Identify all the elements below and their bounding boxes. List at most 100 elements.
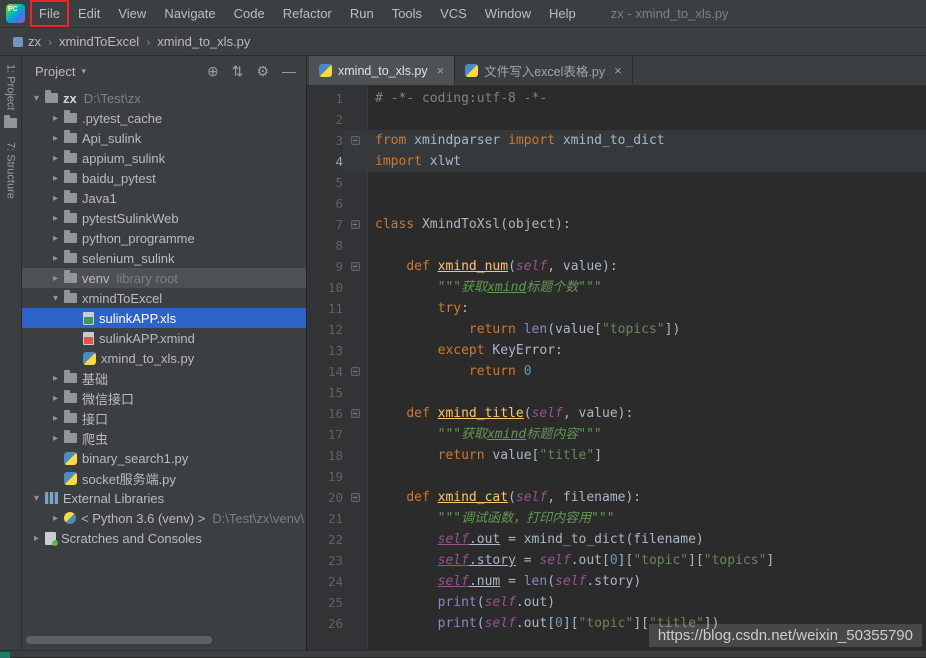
tree-item[interactable]: ▸venvlibrary root xyxy=(22,268,306,288)
expand-arrow-icon[interactable]: ▸ xyxy=(28,533,45,544)
tool-button-structure[interactable]: 7: Structure xyxy=(5,142,17,199)
expand-arrow-icon[interactable]: ▸ xyxy=(47,213,64,224)
menu-item-run[interactable]: Run xyxy=(341,0,383,27)
fold-box-icon[interactable]: − xyxy=(351,262,360,271)
fold-icon[interactable]: − xyxy=(343,214,367,235)
fold-icon[interactable]: − xyxy=(343,130,367,151)
menu-item-file[interactable]: File xyxy=(30,0,69,27)
menu-item-navigate[interactable]: Navigate xyxy=(155,0,224,27)
code-editor[interactable]: 1# -*- coding:utf-8 -*-23−from xmindpars… xyxy=(307,86,926,650)
expand-arrow-icon[interactable]: ▸ xyxy=(47,193,64,204)
tree-item[interactable]: ▸Java1 xyxy=(22,188,306,208)
folder-icon xyxy=(64,193,77,203)
fold-box-icon[interactable]: − xyxy=(351,367,360,376)
tree-item[interactable]: ▾xmindToExcel xyxy=(22,288,306,308)
tree-indent xyxy=(28,458,47,459)
project-tool-window: Project ▾ ⊕ ⇅ ⚙ — ▾zxD:\Test\zx▸.pytest_cac… xyxy=(22,56,307,650)
tree-item[interactable]: socket服务端.py xyxy=(22,468,306,488)
menu-item-window[interactable]: Window xyxy=(476,0,540,27)
tree-item[interactable]: ▸.pytest_cache xyxy=(22,108,306,128)
code-line: 18 return value["title"] xyxy=(307,445,926,466)
fold-box-icon[interactable]: − xyxy=(351,220,360,229)
line-number: 20 xyxy=(307,487,343,508)
tree-item[interactable]: ▸appium_sulink xyxy=(22,148,306,168)
chevron-down-icon[interactable]: ▾ xyxy=(81,66,86,77)
menu-item-help[interactable]: Help xyxy=(540,0,585,27)
tree-item[interactable]: binary_search1.py xyxy=(22,448,306,468)
tree-item-label: binary_search1.py xyxy=(82,451,188,466)
code-line: 11 try: xyxy=(307,298,926,319)
minimize-icon[interactable]: — xyxy=(282,63,296,79)
tree-item[interactable]: xmind_to_xls.py xyxy=(22,348,306,368)
collapse-arrow-icon[interactable]: ▾ xyxy=(28,493,45,504)
code-line: 7−class XmindToXsl(object): xyxy=(307,214,926,235)
locate-file-icon[interactable]: ⊕ xyxy=(207,63,219,80)
breadcrumb-item-xmind_to_xls.py[interactable]: xmind_to_xls.py xyxy=(154,32,253,51)
fold-gutter xyxy=(343,235,367,256)
collapse-all-icon[interactable]: ⇅ xyxy=(232,63,244,80)
tree-item[interactable]: sulinkAPP.xls xyxy=(22,308,306,328)
tool-button-project[interactable]: 1: Project xyxy=(5,64,17,110)
tree-item[interactable]: ▸Scratches and Consoles xyxy=(22,528,306,548)
fold-gutter xyxy=(343,445,367,466)
tree-item[interactable]: ▸baidu_pytest xyxy=(22,168,306,188)
gear-icon[interactable]: ⚙ xyxy=(256,63,269,80)
menu-item-edit[interactable]: Edit xyxy=(69,0,109,27)
pycharm-logo-icon: PC xyxy=(6,4,25,23)
tree-item[interactable]: ▸爬虫 xyxy=(22,428,306,448)
editor-tab[interactable]: 文件写入excel表格.py× xyxy=(455,56,632,85)
expand-arrow-icon[interactable]: ▸ xyxy=(47,273,64,284)
menu-item-tools[interactable]: Tools xyxy=(383,0,431,27)
fold-icon[interactable]: − xyxy=(343,361,367,382)
fold-box-icon[interactable]: − xyxy=(351,136,360,145)
expand-arrow-icon[interactable]: ▸ xyxy=(47,233,64,244)
menu-item-refactor[interactable]: Refactor xyxy=(274,0,341,27)
editor-tab[interactable]: xmind_to_xls.py× xyxy=(309,56,455,85)
expand-arrow-icon[interactable]: ▸ xyxy=(47,373,64,384)
tree-item-label: sulinkAPP.xls xyxy=(99,311,176,326)
expand-arrow-icon[interactable]: ▸ xyxy=(47,513,64,524)
horizontal-scrollbar[interactable] xyxy=(26,636,212,644)
collapse-arrow-icon[interactable]: ▾ xyxy=(47,293,64,304)
tree-item[interactable]: sulinkAPP.xmind xyxy=(22,328,306,348)
tree-item[interactable]: ▾External Libraries xyxy=(22,488,306,508)
expand-arrow-icon[interactable]: ▸ xyxy=(47,113,64,124)
fold-box-icon[interactable]: − xyxy=(351,409,360,418)
close-icon[interactable]: × xyxy=(614,63,622,78)
tree-item-detail: library root xyxy=(116,271,177,286)
expand-arrow-icon[interactable]: ▸ xyxy=(47,133,64,144)
breadcrumb-item-zx[interactable]: zx xyxy=(10,32,44,51)
project-tool-icon[interactable] xyxy=(4,118,17,128)
tree-item[interactable]: ▸微信接口 xyxy=(22,388,306,408)
menu-item-vcs[interactable]: VCS xyxy=(431,0,476,27)
code-text: def xmind_num(self, value): xyxy=(367,256,926,277)
fold-box-icon[interactable]: − xyxy=(351,493,360,502)
fold-icon[interactable]: − xyxy=(343,256,367,277)
tree-item[interactable]: ▸< Python 3.6 (venv) >D:\Test\zx\venv\ xyxy=(22,508,306,528)
fold-gutter xyxy=(343,319,367,340)
close-icon[interactable]: × xyxy=(437,63,445,78)
expand-arrow-icon[interactable]: ▸ xyxy=(47,173,64,184)
code-text: self.out = xmind_to_dict(filename) xyxy=(367,529,926,550)
folder-icon xyxy=(64,233,77,243)
breadcrumb-item-xmindtoexcel[interactable]: xmindToExcel xyxy=(56,32,142,51)
expand-arrow-icon[interactable]: ▸ xyxy=(47,153,64,164)
tree-item[interactable]: ▸pytestSulinkWeb xyxy=(22,208,306,228)
expand-arrow-icon[interactable]: ▸ xyxy=(47,253,64,264)
menu-item-code[interactable]: Code xyxy=(225,0,274,27)
tree-item[interactable]: ▸接口 xyxy=(22,408,306,428)
tree-item[interactable]: ▸Api_sulink xyxy=(22,128,306,148)
tree-item[interactable]: ▾zxD:\Test\zx xyxy=(22,88,306,108)
expand-arrow-icon[interactable]: ▸ xyxy=(47,413,64,424)
expand-arrow-icon[interactable]: ▸ xyxy=(47,433,64,444)
tree-item[interactable]: ▸python_programme xyxy=(22,228,306,248)
editor-area: xmind_to_xls.py×文件写入excel表格.py× 1# -*- c… xyxy=(307,56,926,650)
collapse-arrow-icon[interactable]: ▾ xyxy=(28,93,45,104)
expand-arrow-icon[interactable]: ▸ xyxy=(47,393,64,404)
tree-item[interactable]: ▸selenium_sulink xyxy=(22,248,306,268)
project-panel-title[interactable]: Project xyxy=(35,64,75,79)
fold-icon[interactable]: − xyxy=(343,487,367,508)
menu-item-view[interactable]: View xyxy=(109,0,155,27)
fold-icon[interactable]: − xyxy=(343,403,367,424)
tree-item[interactable]: ▸基础 xyxy=(22,368,306,388)
